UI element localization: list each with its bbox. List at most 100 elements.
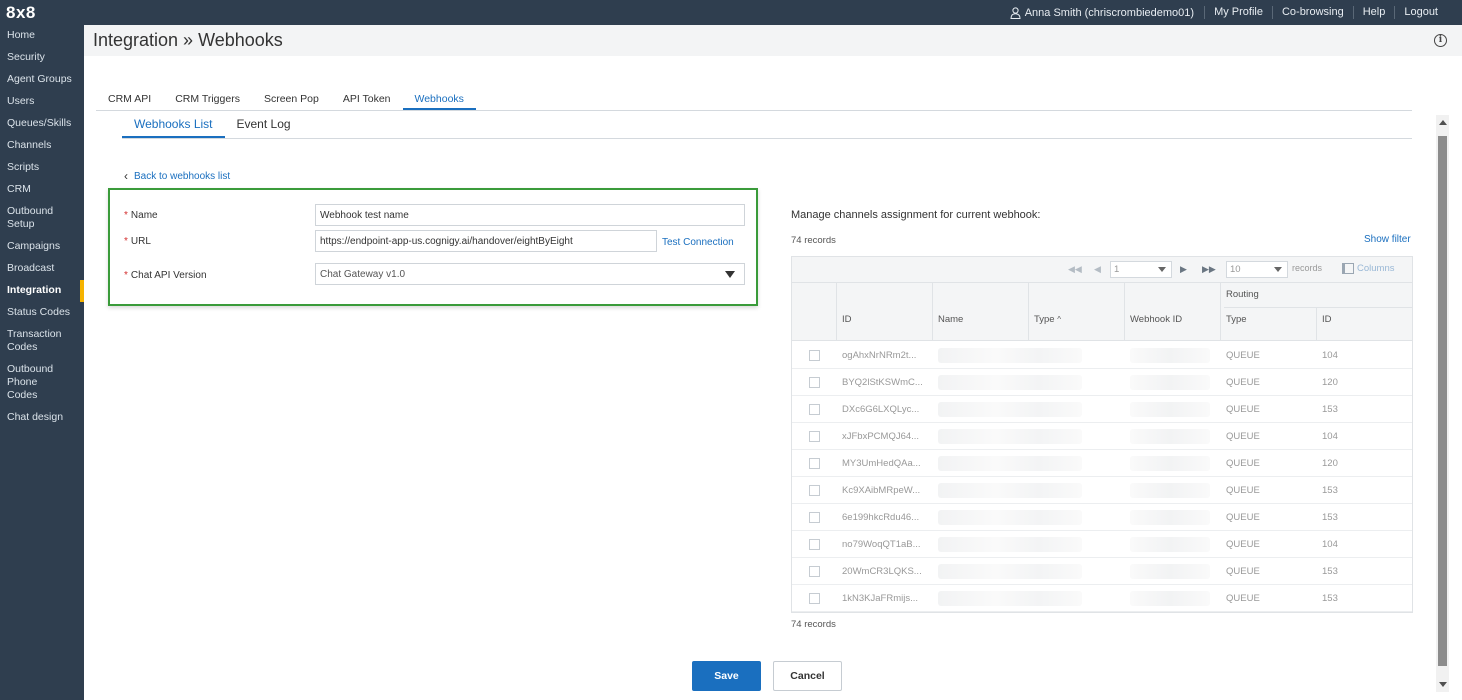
sidebar-item-security[interactable]: Security <box>0 47 84 69</box>
back-to-webhooks-link[interactable]: ‹ Back to webhooks list <box>124 169 230 183</box>
scroll-down-icon[interactable] <box>1439 682 1447 687</box>
sidebar-item-scripts[interactable]: Scripts <box>0 157 84 179</box>
redacted-cell <box>938 402 1082 417</box>
table-row[interactable]: 6e199hkcRdu46... QUEUE 153 <box>792 504 1412 531</box>
sidebar-item-channels[interactable]: Channels <box>0 135 84 157</box>
redacted-cell <box>1130 591 1210 606</box>
cell-routing-type: QUEUE <box>1226 566 1260 577</box>
records-count-top: 74 records <box>791 235 836 246</box>
next-page-icon[interactable]: ▶ <box>1180 264 1187 275</box>
cell-id: no79WoqQT1aB... <box>842 539 921 550</box>
sidebar-item-chat-design[interactable]: Chat design <box>0 407 84 429</box>
row-checkbox[interactable] <box>809 350 820 361</box>
header-id[interactable]: ID <box>842 314 852 325</box>
routing-divider <box>1224 307 1412 308</box>
sidebar-item-queues-skills[interactable]: Queues/Skills <box>0 113 84 135</box>
cell-routing-type: QUEUE <box>1226 458 1260 469</box>
row-checkbox[interactable] <box>809 377 820 388</box>
page-size-select[interactable]: 10 <box>1226 261 1288 278</box>
help-link[interactable]: Help <box>1352 6 1395 19</box>
table-row[interactable]: ogAhxNrNRm2t... QUEUE 104 <box>792 342 1412 369</box>
table-row[interactable]: xJFbxPCMQJ64... QUEUE 104 <box>792 423 1412 450</box>
row-checkbox[interactable] <box>809 539 820 550</box>
sidebar-item-crm[interactable]: CRM <box>0 179 84 201</box>
tab-screen-pop[interactable]: Screen Pop <box>252 90 331 110</box>
sidebar-item-outbound-phone-codes[interactable]: Outbound Phone Codes <box>0 359 76 407</box>
cell-routing-id: 153 <box>1322 593 1338 604</box>
row-checkbox[interactable] <box>809 404 820 415</box>
url-input[interactable]: https://endpoint-app-us.cognigy.ai/hando… <box>315 230 657 252</box>
cell-id: xJFbxPCMQJ64... <box>842 431 920 442</box>
scroll-up-icon[interactable] <box>1439 120 1447 125</box>
row-checkbox[interactable] <box>809 593 820 604</box>
tab-webhooks[interactable]: Webhooks <box>402 90 476 110</box>
table-row[interactable]: 1kN3KJaFRmijs... QUEUE 153 <box>792 585 1412 612</box>
redacted-cell <box>938 483 1082 498</box>
tab-api-token[interactable]: API Token <box>331 90 403 110</box>
name-label: Name <box>130 210 158 221</box>
vertical-scrollbar[interactable] <box>1436 115 1449 692</box>
sidebar: Home Security Agent Groups Users Queues/… <box>0 25 84 700</box>
show-filter-link[interactable]: Show filter <box>1364 234 1411 245</box>
redacted-cell <box>938 510 1082 525</box>
header-webhook-id[interactable]: Webhook ID <box>1130 314 1182 325</box>
test-connection-button[interactable]: Test Connection <box>662 237 734 248</box>
chat-api-version-select[interactable]: Chat Gateway v1.0 <box>315 263 745 285</box>
table-row[interactable]: no79WoqQT1aB... QUEUE 104 <box>792 531 1412 558</box>
cell-routing-id: 153 <box>1322 512 1338 523</box>
sidebar-item-campaigns[interactable]: Campaigns <box>0 236 84 258</box>
table-row[interactable]: DXc6G6LXQLyc... QUEUE 153 <box>792 396 1412 423</box>
my-profile-link[interactable]: My Profile <box>1204 6 1272 19</box>
page-title: Integration » Webhooks <box>93 30 283 50</box>
sidebar-item-status-codes[interactable]: Status Codes <box>0 302 84 324</box>
row-checkbox[interactable] <box>809 431 820 442</box>
table-row[interactable]: MY3UmHedQAa... QUEUE 120 <box>792 450 1412 477</box>
sort-up-icon: ^ <box>1057 315 1062 324</box>
subtab-webhooks-list[interactable]: Webhooks List <box>122 113 225 138</box>
manage-channels-title: Manage channels assignment for current w… <box>791 209 1041 221</box>
redacted-cell <box>1130 429 1210 444</box>
row-checkbox[interactable] <box>809 458 820 469</box>
page-select[interactable]: 1 <box>1110 261 1172 278</box>
row-checkbox[interactable] <box>809 512 820 523</box>
header-routing-id[interactable]: ID <box>1322 314 1332 325</box>
user-menu[interactable]: Anna Smith (chriscrombiedemo01) <box>1010 7 1204 19</box>
tab-crm-api[interactable]: CRM API <box>96 90 163 110</box>
name-input[interactable]: Webhook test name <box>315 204 745 226</box>
sidebar-item-users[interactable]: Users <box>0 91 84 113</box>
row-checkbox[interactable] <box>809 566 820 577</box>
subtab-event-log[interactable]: Event Log <box>225 113 303 138</box>
cancel-button[interactable]: Cancel <box>773 661 842 691</box>
sidebar-item-integration[interactable]: Integration <box>0 280 84 302</box>
logout-link[interactable]: Logout <box>1394 6 1462 19</box>
scroll-thumb[interactable] <box>1438 136 1447 666</box>
cell-id: BYQ2lStKSWmC... <box>842 377 923 388</box>
tab-crm-triggers[interactable]: CRM Triggers <box>163 90 252 110</box>
user-icon <box>1010 6 1021 19</box>
row-checkbox[interactable] <box>809 485 820 496</box>
prev-page-icon[interactable]: ◀ <box>1094 264 1101 275</box>
save-button[interactable]: Save <box>692 661 761 691</box>
header-type[interactable]: Type ^ <box>1034 314 1061 325</box>
table-row[interactable]: Kc9XAibMRpeW... QUEUE 153 <box>792 477 1412 504</box>
table-row[interactable]: BYQ2lStKSWmC... QUEUE 120 <box>792 369 1412 396</box>
columns-button[interactable]: Columns <box>1342 263 1395 274</box>
brand-logo: 8x8 <box>6 3 36 22</box>
sidebar-item-broadcast[interactable]: Broadcast <box>0 258 84 280</box>
back-link-label: Back to webhooks list <box>134 170 231 182</box>
first-page-icon[interactable]: ◀◀ <box>1068 264 1082 275</box>
chevron-left-icon: ‹ <box>124 169 128 183</box>
last-page-icon[interactable]: ▶▶ <box>1202 264 1216 275</box>
sidebar-item-outbound-setup[interactable]: Outbound Setup <box>0 201 70 236</box>
header-name[interactable]: Name <box>938 314 963 325</box>
cell-routing-id: 104 <box>1322 539 1338 550</box>
redacted-cell <box>938 564 1082 579</box>
table-row[interactable]: 20WmCR3LQKS... QUEUE 153 <box>792 558 1412 585</box>
sidebar-item-home[interactable]: Home <box>0 25 84 47</box>
co-browsing-link[interactable]: Co-browsing <box>1271 6 1353 19</box>
header-routing-type[interactable]: Type <box>1226 314 1247 325</box>
info-icon[interactable]: i <box>1434 34 1447 47</box>
integration-tabs: CRM API CRM Triggers Screen Pop API Toke… <box>96 90 1412 111</box>
sidebar-item-transaction-codes[interactable]: Transaction Codes <box>0 324 70 359</box>
sidebar-item-agent-groups[interactable]: Agent Groups <box>0 69 84 91</box>
